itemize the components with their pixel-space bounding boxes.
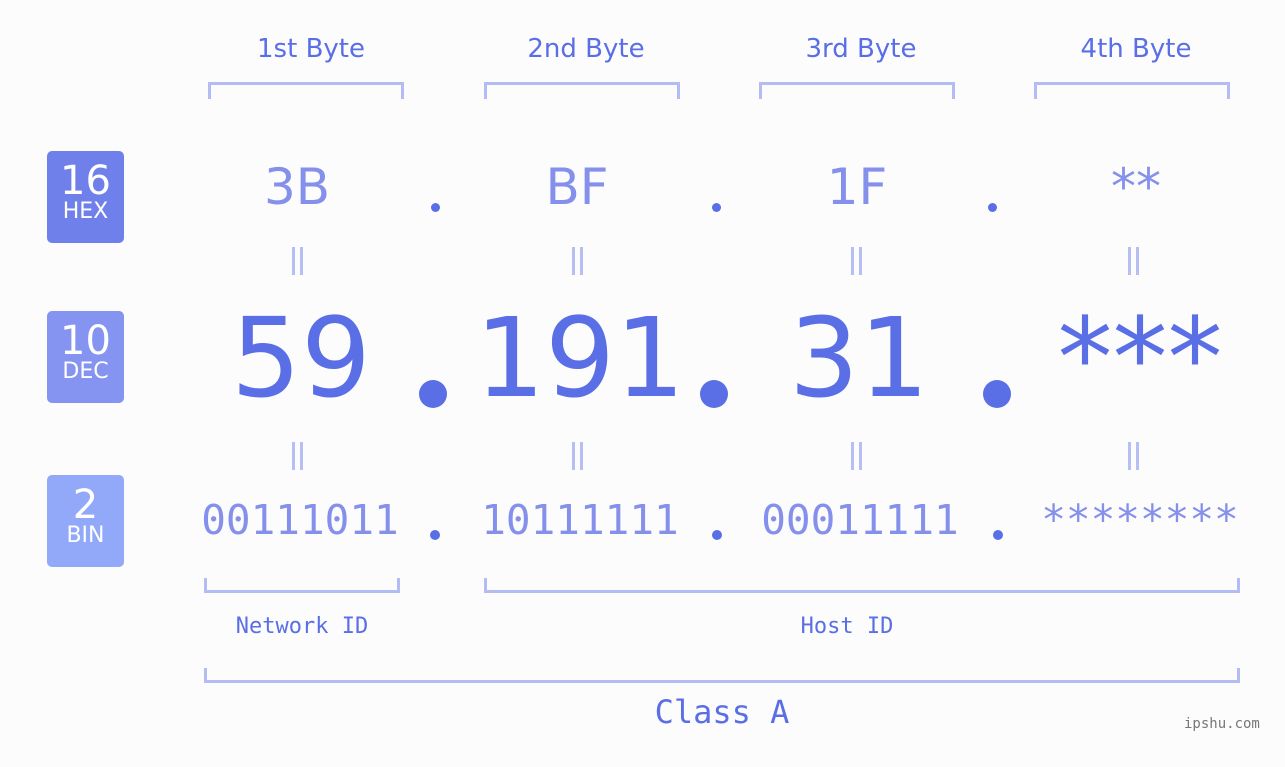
dec-dot-1 — [419, 380, 447, 408]
equals-icon — [1128, 442, 1139, 470]
bin-byte-2: 10111111 — [481, 496, 679, 544]
class-label: Class A — [654, 693, 790, 731]
hex-badge-number: 16 — [60, 158, 111, 204]
dec-byte-1: 59 — [231, 294, 371, 422]
equals-icon — [292, 247, 303, 275]
dec-dot-2 — [700, 380, 728, 408]
equals-icon — [292, 442, 303, 470]
host-id-label: Host ID — [800, 614, 894, 639]
dec-byte-2: 191 — [475, 294, 685, 422]
hex-dot-3 — [988, 203, 997, 212]
byte-header-1: 1st Byte — [257, 34, 365, 64]
hex-dot-2 — [712, 203, 721, 212]
bin-badge-label: BIN — [66, 523, 105, 548]
hex-byte-2: BF — [545, 158, 609, 216]
byte-bracket-4 — [1034, 82, 1230, 99]
dec-byte-3: 31 — [789, 294, 929, 422]
bin-badge: 2 BIN — [47, 475, 124, 567]
hex-dot-1 — [431, 203, 440, 212]
bin-byte-4: ******** — [1041, 496, 1239, 544]
byte-header-4: 4th Byte — [1080, 34, 1192, 64]
dec-badge-label: DEC — [62, 359, 109, 384]
equals-icon — [572, 442, 583, 470]
hex-byte-4: ** — [1111, 158, 1161, 216]
network-id-bracket — [204, 578, 400, 593]
hex-badge: 16 HEX — [47, 151, 124, 243]
dec-badge-number: 10 — [60, 318, 111, 364]
dec-byte-4: *** — [1057, 294, 1223, 422]
class-bracket — [204, 668, 1240, 683]
dec-dot-3 — [983, 380, 1011, 408]
byte-header-2: 2nd Byte — [527, 34, 645, 64]
byte-header-3: 3rd Byte — [805, 34, 917, 64]
equals-icon — [572, 247, 583, 275]
equals-icon — [1128, 247, 1139, 275]
bin-dot-3 — [993, 530, 1003, 540]
host-id-bracket — [484, 578, 1240, 593]
bin-dot-1 — [430, 530, 440, 540]
hex-byte-1: 3B — [263, 158, 331, 216]
bin-badge-number: 2 — [72, 482, 99, 528]
byte-bracket-2 — [484, 82, 680, 99]
bin-dot-2 — [712, 530, 722, 540]
bin-byte-3: 00011111 — [761, 496, 959, 544]
equals-icon — [851, 247, 862, 275]
dec-badge: 10 DEC — [47, 311, 124, 403]
equals-icon — [851, 442, 862, 470]
hex-byte-3: 1F — [826, 158, 888, 216]
network-id-label: Network ID — [235, 614, 369, 639]
hex-badge-label: HEX — [62, 199, 109, 224]
byte-bracket-3 — [759, 82, 955, 99]
byte-bracket-1 — [208, 82, 404, 99]
watermark: ipshu.com — [1184, 716, 1260, 732]
bin-byte-1: 00111011 — [201, 496, 399, 544]
